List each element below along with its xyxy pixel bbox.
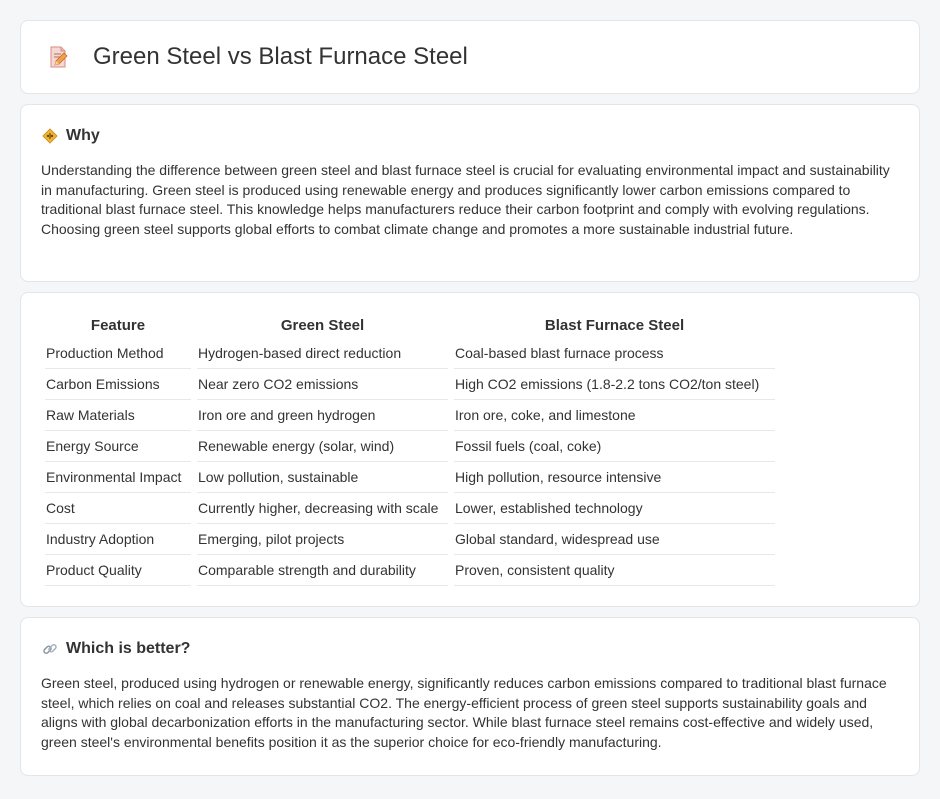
why-title: Why bbox=[66, 127, 100, 144]
table-cell: Near zero CO2 emissions bbox=[197, 369, 448, 400]
table-row: Product Quality Comparable strength and … bbox=[45, 555, 775, 586]
table-row: Environmental Impact Low pollution, sust… bbox=[45, 462, 775, 493]
table-cell: Environmental Impact bbox=[45, 462, 191, 493]
table-cell: Coal-based blast furnace process bbox=[454, 338, 775, 369]
comparison-table: Feature Green Steel Blast Furnace Steel … bbox=[39, 314, 781, 586]
table-cell: Energy Source bbox=[45, 431, 191, 462]
table-cell: Product Quality bbox=[45, 555, 191, 586]
table-cell: Renewable energy (solar, wind) bbox=[197, 431, 448, 462]
table-cell: Low pollution, sustainable bbox=[197, 462, 448, 493]
header-blast-furnace-steel: Blast Furnace Steel bbox=[544, 317, 685, 334]
table-cell: High CO2 emissions (1.8-2.2 tons CO2/ton… bbox=[454, 369, 775, 400]
better-heading: Which is better? bbox=[41, 640, 899, 658]
table-row: Cost Currently higher, decreasing with s… bbox=[45, 493, 775, 524]
table-cell: High pollution, resource intensive bbox=[454, 462, 775, 493]
table-cell: Cost bbox=[45, 493, 191, 524]
link-icon bbox=[41, 640, 59, 658]
which-is-better-section: Which is better? Green steel, produced u… bbox=[20, 617, 920, 776]
better-title: Which is better? bbox=[66, 640, 191, 657]
table-row: Energy Source Renewable energy (solar, w… bbox=[45, 431, 775, 462]
table-cell: Comparable strength and durability bbox=[197, 555, 448, 586]
table-row: Carbon Emissions Near zero CO2 emissions… bbox=[45, 369, 775, 400]
why-text: Understanding the difference between gre… bbox=[41, 162, 890, 237]
table-header-row: Feature Green Steel Blast Furnace Steel bbox=[45, 314, 775, 338]
table-cell: Lower, established technology bbox=[454, 493, 775, 524]
table-row: Industry Adoption Emerging, pilot projec… bbox=[45, 524, 775, 555]
header-feature: Feature bbox=[90, 317, 146, 334]
table-cell: Raw Materials bbox=[45, 400, 191, 431]
warning-sign-icon bbox=[41, 127, 59, 145]
table-cell: Fossil fuels (coal, coke) bbox=[454, 431, 775, 462]
table-cell: Hydrogen-based direct reduction bbox=[197, 338, 448, 369]
title-card: Green Steel vs Blast Furnace Steel bbox=[20, 20, 920, 94]
comparison-card: Feature Green Steel Blast Furnace Steel … bbox=[20, 292, 920, 607]
table-row: Raw Materials Iron ore and green hydroge… bbox=[45, 400, 775, 431]
header-green-steel: Green Steel bbox=[280, 317, 365, 334]
why-section: Why Understanding the difference between… bbox=[20, 104, 920, 282]
table-cell: Iron ore, coke, and limestone bbox=[454, 400, 775, 431]
table-cell: Proven, consistent quality bbox=[454, 555, 775, 586]
table-cell: Currently higher, decreasing with scale bbox=[197, 493, 448, 524]
table-cell: Global standard, widespread use bbox=[454, 524, 775, 555]
table-cell: Emerging, pilot projects bbox=[197, 524, 448, 555]
table-cell: Iron ore and green hydrogen bbox=[197, 400, 448, 431]
table-cell: Industry Adoption bbox=[45, 524, 191, 555]
table-cell: Carbon Emissions bbox=[45, 369, 191, 400]
table-row: Production Method Hydrogen-based direct … bbox=[45, 338, 775, 369]
why-heading: Why bbox=[41, 127, 899, 145]
page-title: Green Steel vs Blast Furnace Steel bbox=[93, 43, 468, 70]
better-text: Green steel, produced using hydrogen or … bbox=[41, 675, 887, 750]
table-cell: Production Method bbox=[45, 338, 191, 369]
pencil-doc-icon bbox=[45, 44, 71, 70]
